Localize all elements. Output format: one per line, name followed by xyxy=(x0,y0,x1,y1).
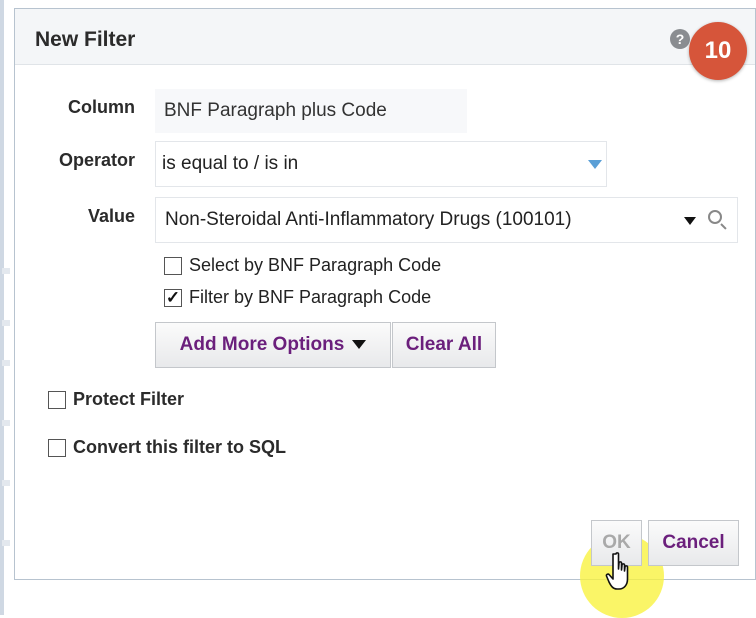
add-more-options-label: Add More Options xyxy=(179,334,345,355)
convert-to-sql-checkbox[interactable] xyxy=(48,439,66,457)
clear-all-button[interactable]: Clear All xyxy=(392,322,496,368)
value-label: Value xyxy=(87,206,135,226)
new-filter-dialog: New Filter ? 10 Column BNF Paragraph plu… xyxy=(14,8,756,618)
value-dropdown-arrow-icon[interactable] xyxy=(684,217,696,225)
search-icon[interactable] xyxy=(708,210,722,224)
column-value: BNF Paragraph plus Code xyxy=(155,89,467,133)
filter-by-code-checkbox[interactable]: ✓ xyxy=(164,289,182,307)
value-select[interactable]: Non-Steroidal Anti-Inflammatory Drugs (1… xyxy=(155,197,738,243)
operator-selected-value: is equal to / is in xyxy=(162,153,299,174)
background-content xyxy=(0,180,14,600)
select-by-code-label: Select by BNF Paragraph Code xyxy=(189,255,442,275)
cancel-button[interactable]: Cancel xyxy=(648,520,739,566)
add-more-options-button[interactable]: Add More Options xyxy=(155,322,391,368)
protect-filter-checkbox[interactable] xyxy=(48,391,66,409)
protect-filter-label: Protect Filter xyxy=(73,389,185,409)
step-number-badge: 10 xyxy=(689,22,747,80)
hand-cursor-icon xyxy=(605,552,629,590)
column-label: Column xyxy=(68,97,135,117)
filter-by-code-label: Filter by BNF Paragraph Code xyxy=(189,287,432,307)
convert-to-sql-label: Convert this filter to SQL xyxy=(73,437,287,457)
chevron-down-icon xyxy=(352,340,367,350)
operator-label: Operator xyxy=(58,150,135,170)
dropdown-arrow-icon[interactable] xyxy=(588,160,602,169)
help-icon[interactable]: ? xyxy=(670,29,690,49)
select-by-code-checkbox[interactable] xyxy=(164,257,182,275)
dialog-title: New Filter xyxy=(35,28,136,51)
operator-select[interactable]: is equal to / is in xyxy=(155,141,607,187)
value-selected-value: Non-Steroidal Anti-Inflammatory Drugs (1… xyxy=(165,209,572,230)
dialog-header: New Filter ? xyxy=(15,9,755,65)
